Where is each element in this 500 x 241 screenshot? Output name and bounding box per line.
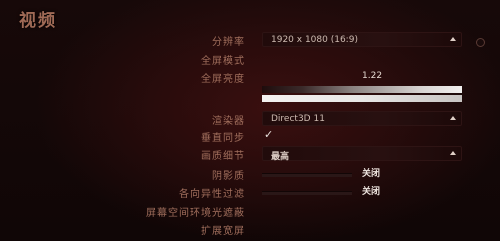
- fullscreen-label: 全屏模式: [201, 56, 245, 67]
- chevron-up-icon: [450, 37, 456, 41]
- gamma-slider[interactable]: [262, 86, 462, 103]
- renderer-row: 渲染器 Direct3D 11: [0, 111, 500, 129]
- quality-label: 画质细节: [201, 151, 245, 162]
- scroll-knob[interactable]: [476, 38, 485, 47]
- gamma-gradient-dark: [262, 86, 462, 93]
- gamma-row: 全屏亮度: [0, 69, 500, 87]
- resolution-label: 分辨率: [212, 37, 245, 48]
- gamma-gradient-light: [262, 95, 462, 102]
- gamma-label: 全屏亮度: [201, 74, 245, 85]
- chevron-up-icon: [450, 116, 456, 120]
- shadows-label: 阴影质: [212, 171, 245, 182]
- shadows-slider[interactable]: [262, 173, 352, 177]
- shadows-value: 关闭: [362, 169, 381, 179]
- widescreen-row: 扩展宽屏: [0, 221, 500, 239]
- gamma-value: 1.22: [362, 71, 383, 81]
- ambient-row: 屏幕空间环境光遮蔽: [0, 203, 500, 221]
- resolution-value: 1920 x 1080 (16:9): [271, 35, 358, 45]
- vsync-row: 垂直同步 ✓: [0, 128, 500, 146]
- resolution-row: 分辨率 1920 x 1080 (16:9): [0, 32, 500, 50]
- quality-dropdown[interactable]: 最高: [262, 146, 462, 162]
- page-title: 视频: [19, 11, 57, 31]
- quality-value: 最高: [271, 152, 290, 162]
- renderer-value: Direct3D 11: [271, 114, 325, 124]
- anisotropic-row: 各向异性过滤 关闭: [0, 184, 500, 202]
- shadows-row: 阴影质 关闭: [0, 166, 500, 184]
- chevron-up-icon: [450, 151, 456, 155]
- fullscreen-row: 全屏模式: [0, 51, 500, 69]
- vsync-checkbox[interactable]: ✓: [264, 128, 273, 141]
- vsync-label: 垂直同步: [201, 133, 245, 144]
- anisotropic-value: 关闭: [362, 187, 381, 197]
- widescreen-label: 扩展宽屏: [201, 226, 245, 237]
- anisotropic-slider[interactable]: [262, 191, 352, 195]
- renderer-label: 渲染器: [212, 116, 245, 127]
- quality-row: 画质细节 最高: [0, 146, 500, 164]
- ambient-label: 屏幕空间环境光遮蔽: [146, 208, 245, 219]
- resolution-dropdown[interactable]: 1920 x 1080 (16:9): [262, 32, 462, 47]
- renderer-dropdown[interactable]: Direct3D 11: [262, 111, 462, 126]
- anisotropic-label: 各向异性过滤: [179, 189, 245, 200]
